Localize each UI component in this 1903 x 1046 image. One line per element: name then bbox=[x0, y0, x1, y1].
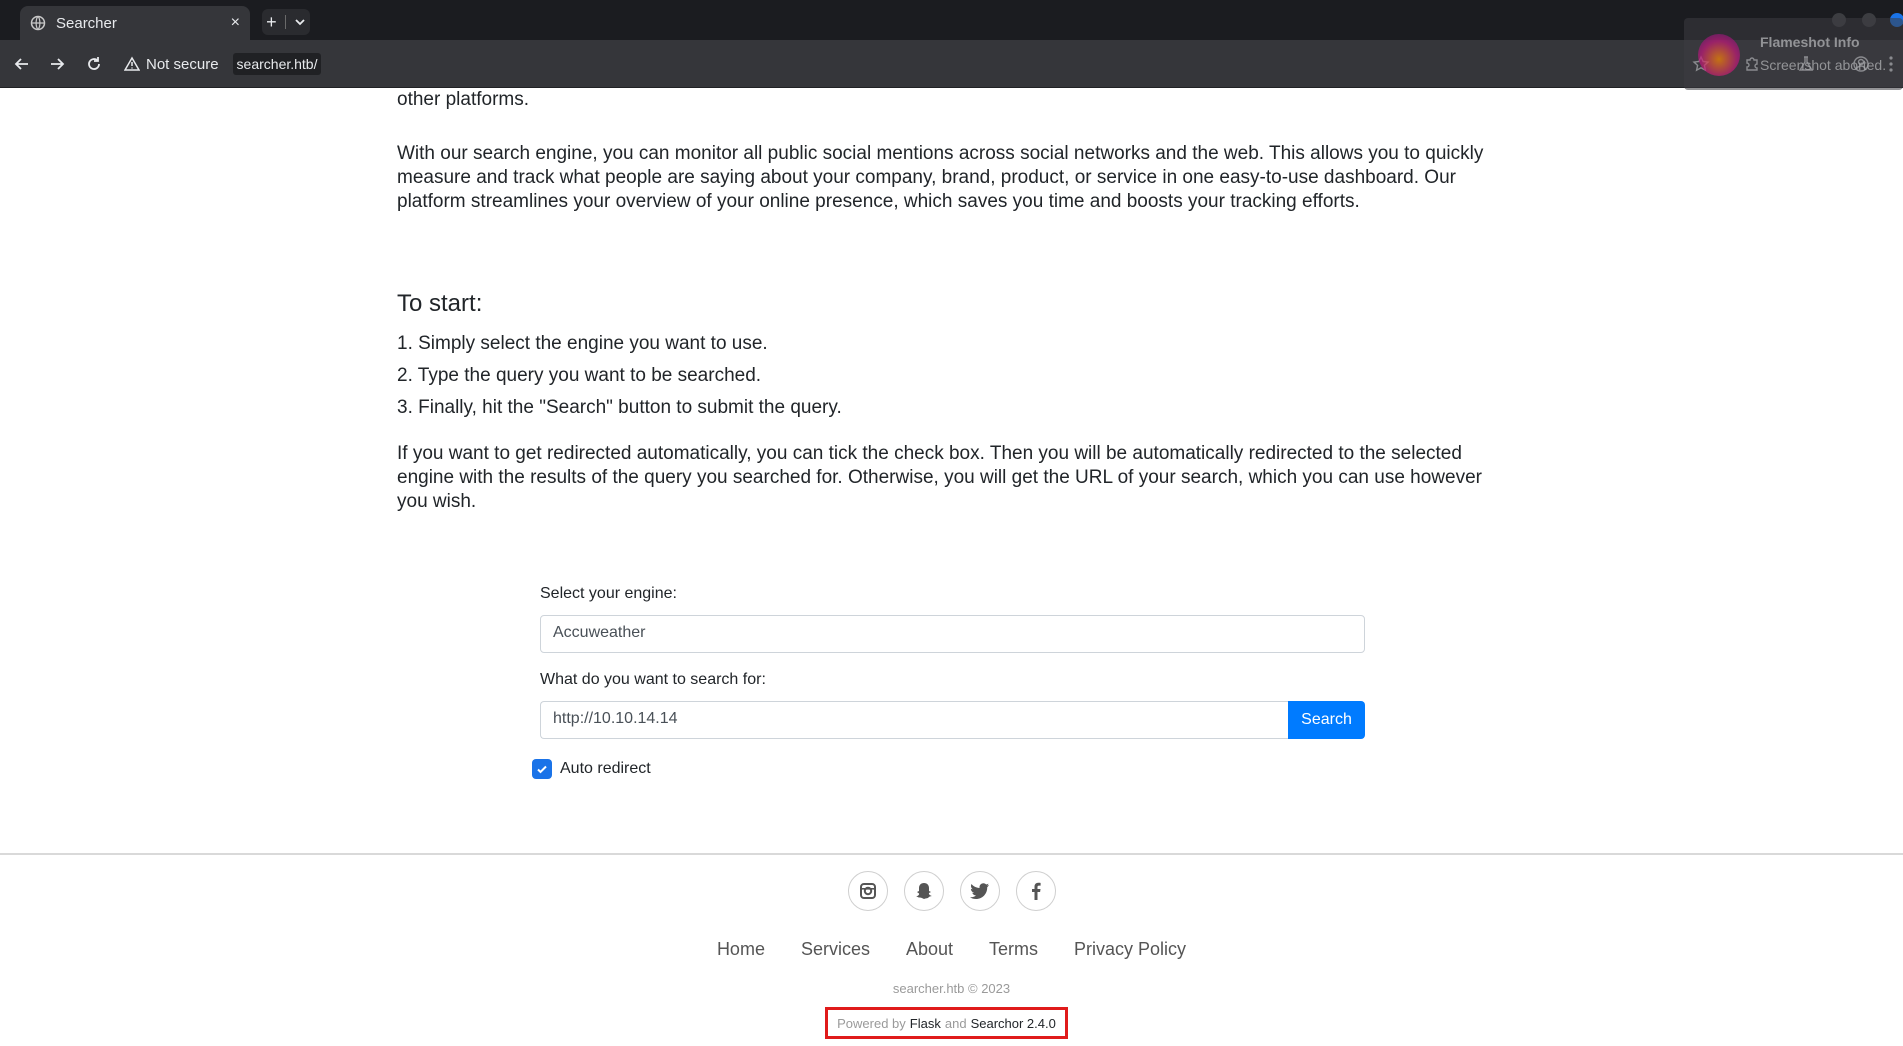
divider bbox=[284, 15, 286, 29]
chevron-down-icon[interactable] bbox=[294, 12, 306, 33]
query-label: What do you want to search for: bbox=[540, 671, 766, 688]
list-item: 1. Simply select the engine you want to … bbox=[397, 333, 768, 354]
security-status[interactable]: Not secure bbox=[146, 56, 219, 73]
footer-links: Home Services About Terms Privacy Policy bbox=[0, 939, 1903, 960]
footer-link-about[interactable]: About bbox=[906, 939, 953, 960]
globe-icon bbox=[30, 15, 46, 31]
powered-by-box: Powered by Flask and Searchor 2.4.0 bbox=[825, 1007, 1068, 1039]
start-heading: To start: bbox=[397, 290, 483, 317]
new-tab-group: + bbox=[262, 9, 310, 35]
facebook-icon[interactable] bbox=[1015, 871, 1056, 911]
address-bar[interactable]: Not secure searcher.htb/ bbox=[124, 48, 1674, 80]
browser-tab[interactable]: Searcher × bbox=[20, 6, 250, 40]
warning-icon bbox=[124, 56, 140, 72]
list-item: 2. Type the query you want to be searche… bbox=[397, 365, 762, 386]
notification-title: Flameshot Info bbox=[1760, 34, 1860, 50]
footer-link-home[interactable]: Home bbox=[717, 939, 765, 960]
flask-link[interactable]: Flask bbox=[910, 1016, 941, 1031]
powered-prefix: Powered by bbox=[837, 1015, 906, 1031]
search-button[interactable]: Search bbox=[1288, 701, 1365, 739]
engine-label: Select your engine: bbox=[540, 585, 677, 602]
browser-toolbar: Not secure searcher.htb/ bbox=[0, 40, 1903, 88]
auto-redirect-checkbox[interactable] bbox=[532, 759, 552, 779]
steps-list: 1. Simply select the engine you want to … bbox=[397, 328, 842, 424]
engine-select[interactable]: Accuweather bbox=[540, 615, 1365, 653]
social-links bbox=[0, 871, 1903, 911]
flameshot-logo-icon bbox=[1698, 34, 1740, 76]
auto-redirect-label[interactable]: Auto redirect bbox=[560, 760, 651, 778]
close-tab-icon[interactable]: × bbox=[231, 15, 240, 31]
searchor-link[interactable]: Searchor 2.4.0 bbox=[971, 1016, 1056, 1031]
intro-paragraph-tail: other platforms. bbox=[397, 89, 529, 110]
query-input-group: http://10.10.14.14 Search bbox=[540, 701, 1365, 739]
footer-divider bbox=[0, 853, 1903, 855]
copyright-text: searcher.htb © 2023 bbox=[892, 981, 1011, 996]
forward-arrow-icon[interactable] bbox=[45, 52, 69, 76]
flameshot-notification: Flameshot Info Screenshot aborted. bbox=[1684, 18, 1903, 90]
footer-link-services[interactable]: Services bbox=[801, 939, 870, 960]
footer-link-terms[interactable]: Terms bbox=[989, 939, 1038, 960]
twitter-icon[interactable] bbox=[959, 871, 1000, 911]
snapchat-icon[interactable] bbox=[903, 871, 944, 911]
checkmark-icon bbox=[537, 765, 547, 774]
tab-title: Searcher bbox=[56, 14, 117, 32]
list-item: 3. Finally, hit the "Search" button to s… bbox=[397, 397, 842, 418]
instagram-icon[interactable] bbox=[847, 871, 888, 911]
search-form: Select your engine: Accuweather What do … bbox=[532, 585, 1365, 779]
back-arrow-icon[interactable] bbox=[10, 52, 34, 76]
new-tab-button[interactable]: + bbox=[266, 12, 277, 33]
footer-link-privacy-policy[interactable]: Privacy Policy bbox=[1074, 939, 1186, 960]
auto-redirect-row: Auto redirect bbox=[532, 759, 1365, 779]
redirect-paragraph: If you want to get redirected automatica… bbox=[397, 443, 1482, 512]
query-input[interactable]: http://10.10.14.14 bbox=[540, 701, 1288, 739]
powered-and: and bbox=[944, 1015, 967, 1031]
browser-tab-bar: Searcher × + bbox=[0, 0, 1903, 40]
monitor-paragraph: With our search engine, you can monitor … bbox=[397, 143, 1484, 212]
notification-message: Screenshot aborted. bbox=[1760, 57, 1887, 73]
reload-icon[interactable] bbox=[82, 52, 106, 76]
url-text[interactable]: searcher.htb/ bbox=[232, 53, 322, 75]
